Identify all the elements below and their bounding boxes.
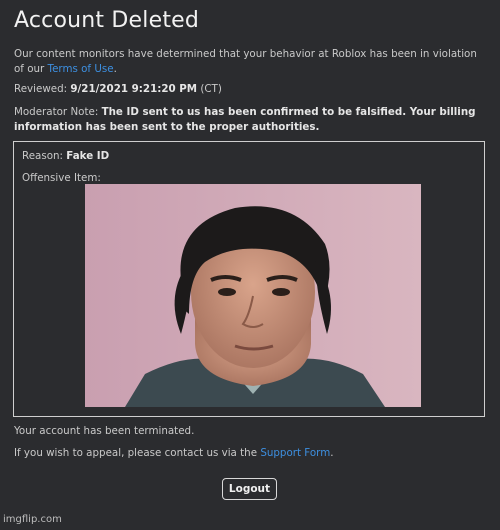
imgflip-watermark: imgflip.com xyxy=(3,514,62,525)
page-title: Account Deleted xyxy=(14,8,200,33)
reviewed-label: Reviewed: xyxy=(14,83,71,95)
intro-end: . xyxy=(113,63,117,75)
moderator-note-label: Moderator Note: xyxy=(14,106,102,118)
reason-value: Fake ID xyxy=(66,150,110,162)
terminated-message: Your account has been terminated. xyxy=(14,425,195,437)
moderator-note: Moderator Note: The ID sent to us has be… xyxy=(14,105,476,135)
reviewed-date: 9/21/2021 9:21:20 PM xyxy=(70,83,198,95)
violation-details-box: Reason: Fake ID Offensive Item: xyxy=(13,141,485,417)
offensive-item-image xyxy=(85,184,421,407)
appeal-end: . xyxy=(330,447,334,459)
reviewed-line: Reviewed: 9/21/2021 9:21:20 PM (CT) xyxy=(14,82,222,97)
support-form-link[interactable]: Support Form xyxy=(260,447,330,459)
intro-text-2: of our xyxy=(14,63,48,75)
appeal-text: If you wish to appeal, please contact us… xyxy=(14,447,261,459)
appeal-line: If you wish to appeal, please contact us… xyxy=(14,446,334,461)
reason-label: Reason: xyxy=(22,150,67,162)
portrait-photo xyxy=(85,184,421,407)
intro-paragraph: Our content monitors have determined tha… xyxy=(14,47,477,77)
logout-button[interactable]: Logout xyxy=(222,478,277,500)
account-deleted-page: Account Deleted Our content monitors hav… xyxy=(0,0,500,530)
terms-of-use-link[interactable]: Terms of Use xyxy=(48,63,114,75)
reason-line: Reason: Fake ID xyxy=(22,149,109,164)
moderator-note-text-1: The ID sent to us has been confirmed to … xyxy=(101,106,476,118)
intro-text: Our content monitors have determined tha… xyxy=(14,48,477,60)
reviewed-timezone: (CT) xyxy=(197,83,222,95)
moderator-note-text-2: information has been sent to the proper … xyxy=(14,121,320,133)
